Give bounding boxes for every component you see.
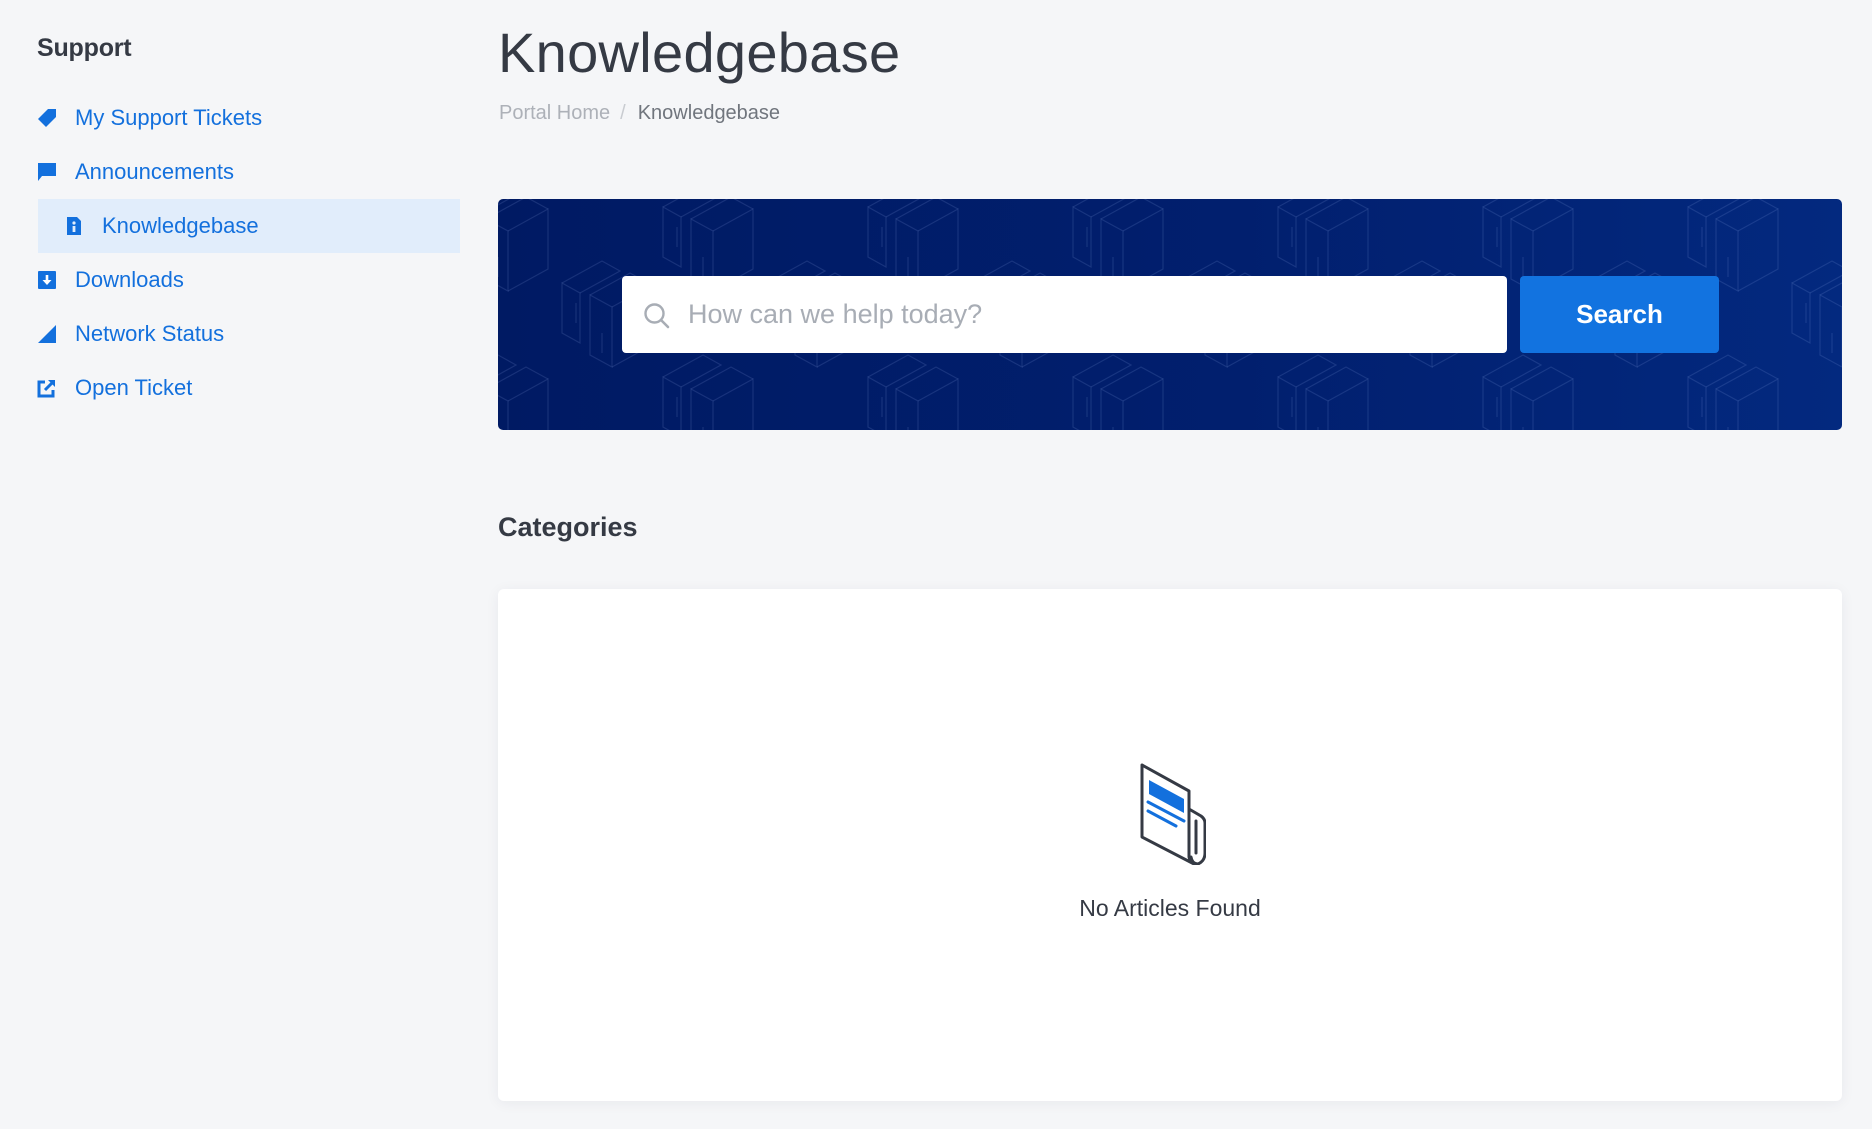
newspaper-icon	[1140, 763, 1206, 865]
breadcrumb-separator: /	[620, 102, 626, 124]
sidebar-item-my-support-tickets[interactable]: My Support Tickets	[37, 91, 460, 145]
sidebar-item-downloads[interactable]: Downloads	[37, 253, 460, 307]
search-icon	[644, 303, 670, 329]
sidebar-menu: My Support Tickets Announcements Knowled…	[37, 91, 460, 415]
sidebar-item-label: Downloads	[75, 267, 184, 292]
comment-icon	[37, 162, 57, 182]
sidebar-item-network-status[interactable]: Network Status	[37, 307, 460, 361]
breadcrumb: Portal Home / Knowledgebase	[499, 102, 780, 125]
empty-state: No Articles Found	[498, 761, 1842, 922]
info-file-icon	[64, 216, 84, 236]
sidebar-item-label: Open Ticket	[75, 375, 193, 400]
page-title: Knowledgebase	[498, 21, 901, 84]
categories-heading: Categories	[498, 512, 638, 542]
download-icon	[37, 270, 57, 290]
sidebar-item-label: Announcements	[75, 159, 234, 184]
breadcrumb-portal-home[interactable]: Portal Home	[499, 102, 610, 125]
sidebar-item-open-ticket[interactable]: Open Ticket	[37, 361, 460, 415]
breadcrumb-current: Knowledgebase	[637, 102, 781, 124]
empty-state-message: No Articles Found	[1079, 895, 1261, 921]
sidebar-item-label: Network Status	[75, 321, 225, 346]
sidebar-item-label: My Support Tickets	[75, 105, 263, 130]
search-button[interactable]: Search	[1520, 276, 1719, 353]
search-input[interactable]	[688, 276, 1488, 353]
signal-icon	[37, 324, 57, 344]
sidebar-item-label: Knowledgebase	[102, 213, 259, 238]
external-link-icon	[37, 378, 57, 398]
sidebar-item-knowledgebase[interactable]: Knowledgebase	[38, 199, 460, 253]
sidebar-item-announcements[interactable]: Announcements	[37, 145, 460, 199]
search-field	[622, 276, 1507, 353]
tag-icon	[37, 108, 57, 128]
sidebar-title: Support	[37, 34, 132, 62]
categories-card: No Articles Found	[498, 589, 1842, 1101]
search-banner: Search	[498, 199, 1842, 430]
pattern-row-3	[498, 354, 1779, 430]
